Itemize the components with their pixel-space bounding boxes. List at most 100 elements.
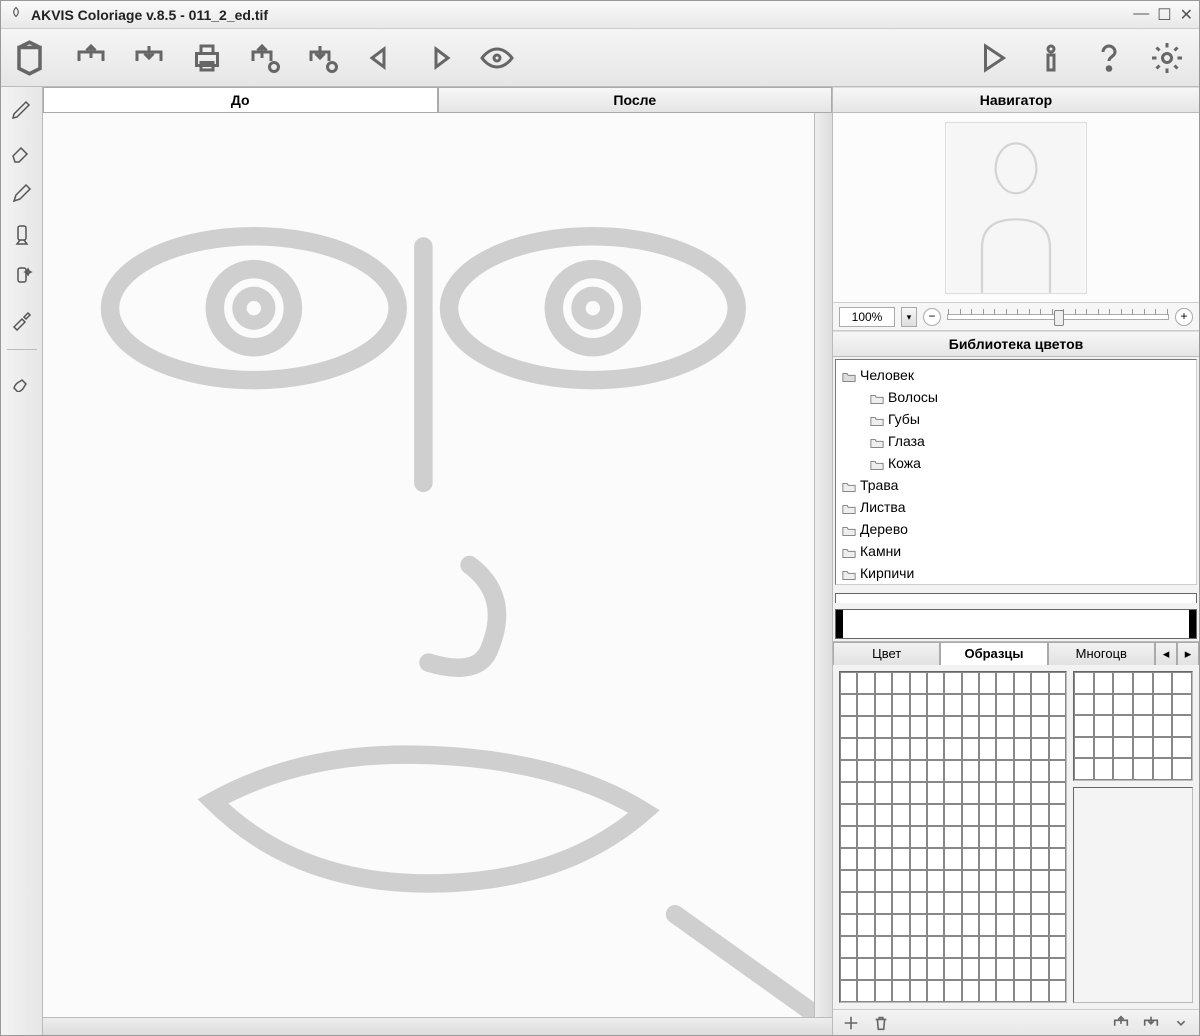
swatch-cell[interactable] bbox=[840, 738, 857, 760]
magic-tube-tool[interactable] bbox=[6, 261, 38, 293]
zoom-out-button[interactable]: − bbox=[923, 308, 941, 326]
swatch-cell[interactable] bbox=[944, 738, 961, 760]
swatch-cell[interactable] bbox=[1031, 760, 1048, 782]
open-button[interactable] bbox=[69, 36, 113, 80]
swatch-cell[interactable] bbox=[892, 980, 909, 1002]
swatch-cell[interactable] bbox=[1031, 782, 1048, 804]
zoom-in-button[interactable]: + bbox=[1175, 308, 1193, 326]
swatch-cell[interactable] bbox=[927, 826, 944, 848]
swatch-cell[interactable] bbox=[1074, 715, 1094, 737]
swatch-cell[interactable] bbox=[857, 958, 874, 980]
swatch-cell[interactable] bbox=[927, 760, 944, 782]
swatch-cell[interactable] bbox=[962, 716, 979, 738]
swatch-cell[interactable] bbox=[979, 804, 996, 826]
color-library-tree[interactable]: Человек Волосы Губы Глаза Кожа Трава Лис… bbox=[835, 359, 1197, 585]
swatch-grid-main[interactable] bbox=[839, 671, 1067, 1003]
swatch-cell[interactable] bbox=[875, 914, 892, 936]
swatch-cell[interactable] bbox=[892, 958, 909, 980]
swatch-cell[interactable] bbox=[962, 694, 979, 716]
swatch-cell[interactable] bbox=[910, 804, 927, 826]
swatch-cell[interactable] bbox=[840, 672, 857, 694]
swatch-cell[interactable] bbox=[840, 914, 857, 936]
swatch-cell[interactable] bbox=[996, 892, 1013, 914]
swatch-cell[interactable] bbox=[979, 980, 996, 1002]
tree-node[interactable]: Кирпичи bbox=[842, 562, 1194, 584]
preview-eye-button[interactable] bbox=[475, 36, 519, 80]
swatch-cell[interactable] bbox=[1031, 914, 1048, 936]
swatch-cell[interactable] bbox=[979, 672, 996, 694]
swatch-cell[interactable] bbox=[875, 804, 892, 826]
swatch-cell[interactable] bbox=[875, 980, 892, 1002]
tree-node[interactable]: Кожа bbox=[842, 452, 1194, 474]
tree-node[interactable]: Глаза bbox=[842, 430, 1194, 452]
swatch-cell[interactable] bbox=[892, 870, 909, 892]
swatch-cell[interactable] bbox=[1113, 758, 1133, 780]
gradient-bar[interactable] bbox=[835, 609, 1197, 639]
swatch-cell[interactable] bbox=[875, 892, 892, 914]
tab-swatches[interactable]: Образцы bbox=[940, 642, 1047, 665]
tab-multicolor[interactable]: Многоцв bbox=[1048, 642, 1155, 665]
minimize-button[interactable]: — bbox=[1133, 5, 1149, 25]
swatch-cell[interactable] bbox=[979, 848, 996, 870]
swatch-cell[interactable] bbox=[944, 980, 961, 1002]
swatch-cell[interactable] bbox=[1031, 980, 1048, 1002]
pen-tool[interactable] bbox=[6, 177, 38, 209]
swatch-cell[interactable] bbox=[979, 716, 996, 738]
swatch-cell[interactable] bbox=[875, 760, 892, 782]
swatch-cell[interactable] bbox=[910, 716, 927, 738]
pencil-tool[interactable] bbox=[6, 93, 38, 125]
swatch-cell[interactable] bbox=[1049, 716, 1066, 738]
swatch-cell[interactable] bbox=[979, 782, 996, 804]
swatch-cell[interactable] bbox=[910, 958, 927, 980]
swatch-cell[interactable] bbox=[910, 936, 927, 958]
swatch-cell[interactable] bbox=[857, 782, 874, 804]
swatch-cell[interactable] bbox=[1133, 694, 1153, 716]
swatch-cell[interactable] bbox=[1133, 737, 1153, 759]
swatch-cell[interactable] bbox=[1049, 804, 1066, 826]
swatch-cell[interactable] bbox=[979, 870, 996, 892]
swatch-cell[interactable] bbox=[1031, 892, 1048, 914]
zoom-value[interactable]: 100% bbox=[839, 307, 895, 327]
swatch-cell[interactable] bbox=[1031, 716, 1048, 738]
swatch-cell[interactable] bbox=[1049, 980, 1066, 1002]
swatch-cell[interactable] bbox=[1172, 715, 1192, 737]
swatch-cell[interactable] bbox=[1153, 715, 1173, 737]
swatch-cell[interactable] bbox=[1031, 804, 1048, 826]
swatch-cell[interactable] bbox=[892, 804, 909, 826]
swatch-cell[interactable] bbox=[857, 870, 874, 892]
swatch-cell[interactable] bbox=[857, 914, 874, 936]
swatch-cell[interactable] bbox=[875, 694, 892, 716]
tree-node[interactable]: Камни bbox=[842, 540, 1194, 562]
swatch-cell[interactable] bbox=[1031, 848, 1048, 870]
swatch-cell[interactable] bbox=[944, 716, 961, 738]
swatch-cell[interactable] bbox=[996, 694, 1013, 716]
swatch-cell[interactable] bbox=[840, 848, 857, 870]
swatch-cell[interactable] bbox=[944, 914, 961, 936]
swatch-cell[interactable] bbox=[1153, 694, 1173, 716]
swatch-cell[interactable] bbox=[857, 826, 874, 848]
tube-tool[interactable] bbox=[6, 219, 38, 251]
swatch-cell[interactable] bbox=[1172, 694, 1192, 716]
swatch-cell[interactable] bbox=[1153, 737, 1173, 759]
swatch-cell[interactable] bbox=[979, 892, 996, 914]
swatch-cell[interactable] bbox=[1014, 760, 1031, 782]
swatch-cell[interactable] bbox=[1049, 826, 1066, 848]
swatch-cell[interactable] bbox=[875, 738, 892, 760]
swatch-cell[interactable] bbox=[1014, 672, 1031, 694]
swatch-cell[interactable] bbox=[910, 672, 927, 694]
tree-node[interactable]: Дерево bbox=[842, 518, 1194, 540]
swatch-cell[interactable] bbox=[1049, 870, 1066, 892]
tree-node[interactable]: Губы bbox=[842, 408, 1194, 430]
swatch-cell[interactable] bbox=[892, 716, 909, 738]
swatch-cell[interactable] bbox=[1094, 672, 1114, 694]
swatch-cell[interactable] bbox=[979, 694, 996, 716]
swatch-cell[interactable] bbox=[1049, 782, 1066, 804]
bucket-icon[interactable] bbox=[11, 36, 55, 80]
swatch-cell[interactable] bbox=[910, 914, 927, 936]
tree-node[interactable]: Человек bbox=[842, 364, 1194, 386]
swatch-cell[interactable] bbox=[927, 914, 944, 936]
swatch-menu-button[interactable] bbox=[1171, 1013, 1191, 1033]
swatch-cell[interactable] bbox=[1094, 737, 1114, 759]
swatch-cell[interactable] bbox=[857, 738, 874, 760]
swatch-cell[interactable] bbox=[857, 848, 874, 870]
